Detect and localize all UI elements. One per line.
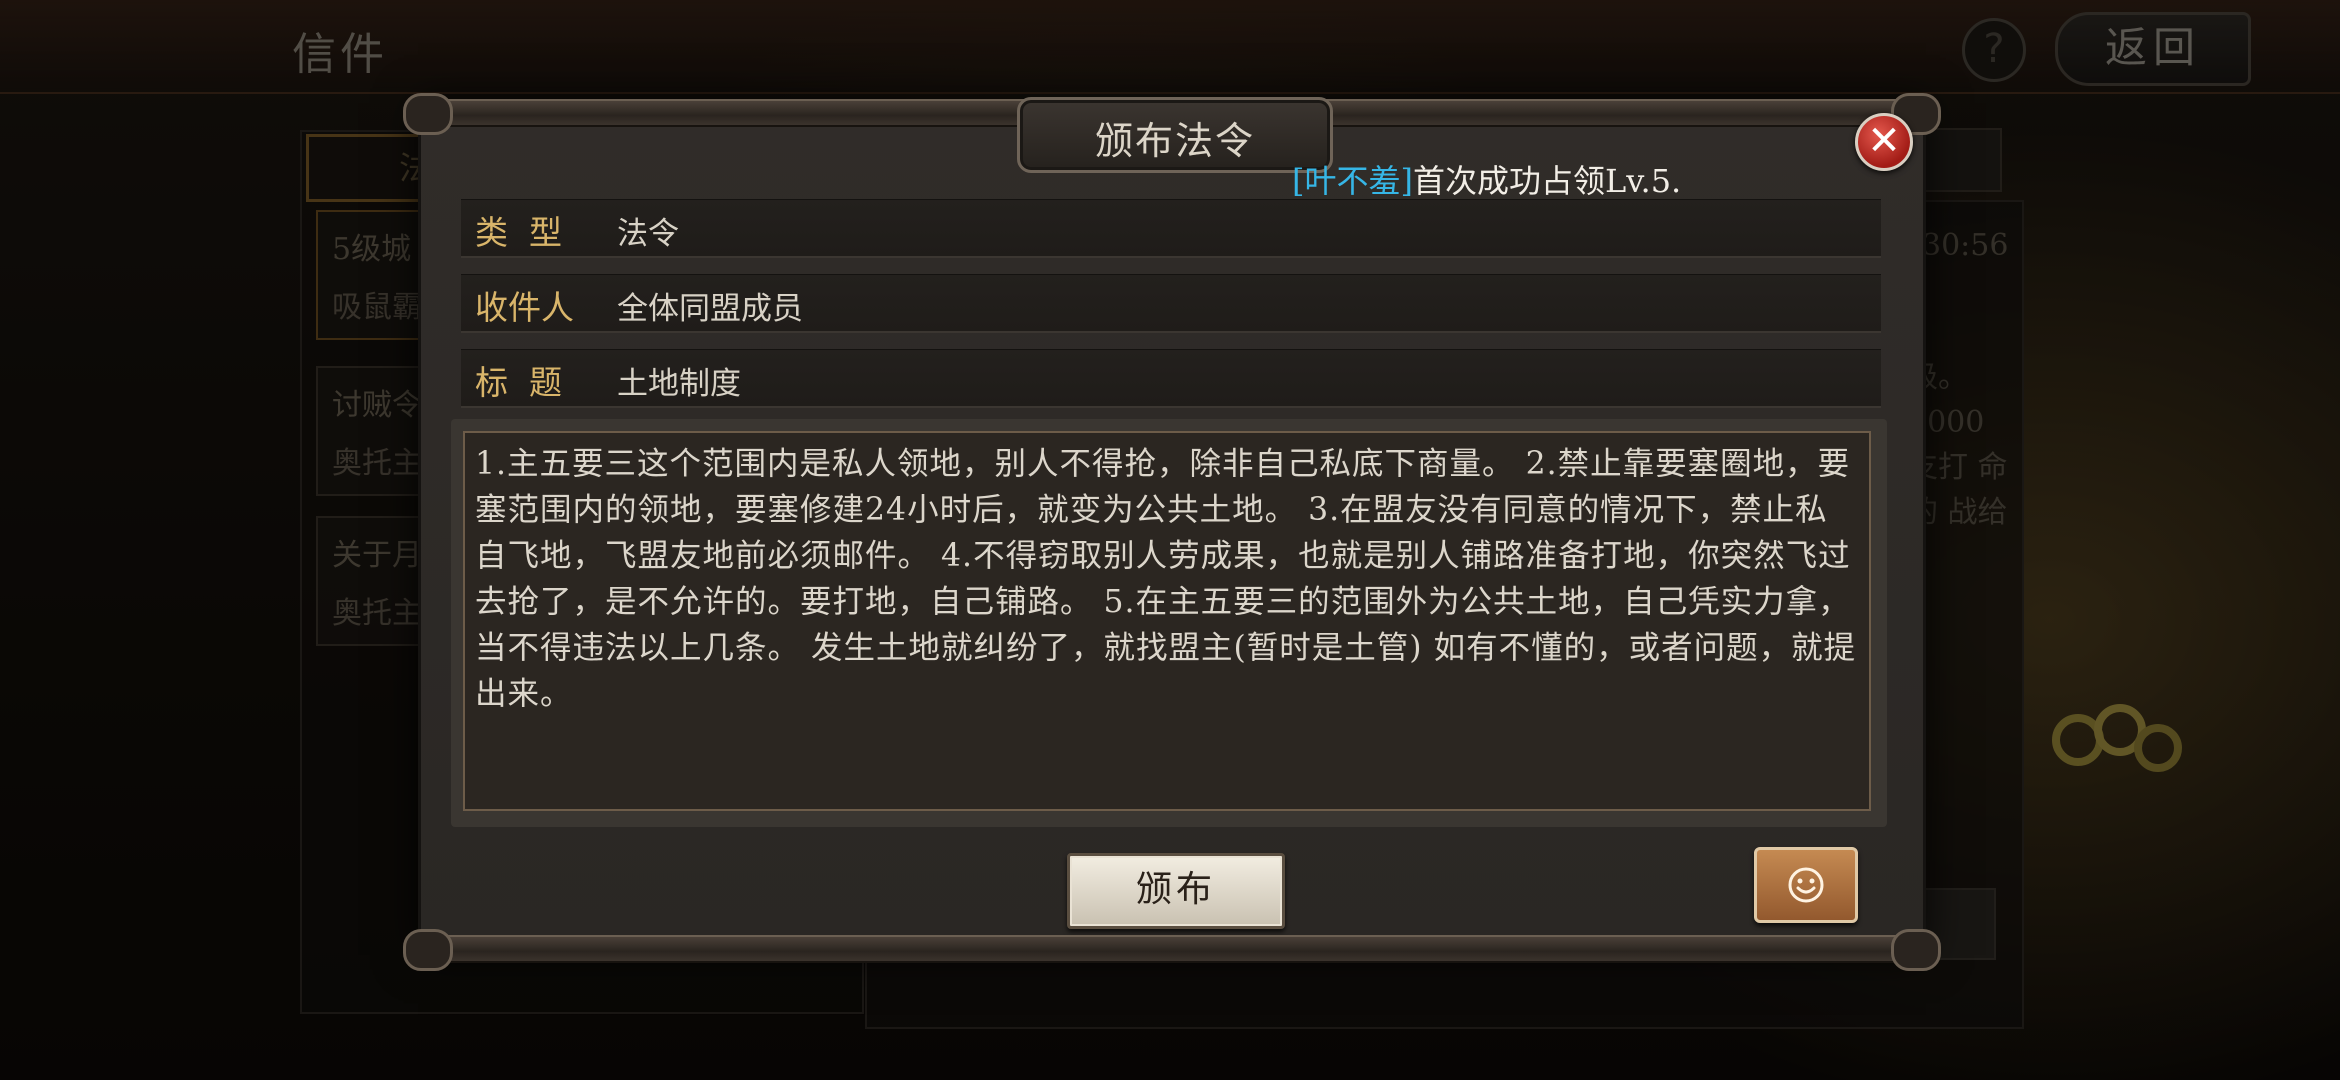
dialog-bottom-frame [403, 929, 1941, 971]
system-notice: [叶不羞]首次成功占领Lv.5. [1292, 156, 1681, 202]
dialog-title: 颁布法令 [1094, 119, 1255, 163]
notice-text: 首次成功占领Lv.5. [1412, 162, 1682, 200]
type-label: 类 型 [475, 213, 562, 252]
type-field: 类 型 法令 [461, 199, 1881, 258]
recipient-field: 收件人 全体同盟成员 [461, 274, 1881, 333]
issue-decree-dialog: 颁布法令 ✕ [叶不羞]首次成功占领Lv.5. 类 型 法令 收件人 全体同盟成… [403, 93, 1941, 971]
close-button[interactable]: ✕ [1855, 113, 1913, 171]
type-value: 法令 [617, 216, 679, 252]
publish-button[interactable]: 颁布 [1067, 853, 1285, 929]
recipient-value: 全体同盟成员 [617, 291, 803, 327]
dialog-title-plate: 颁布法令 [1017, 97, 1333, 173]
emoji-button[interactable] [1754, 847, 1858, 923]
subject-field[interactable]: 标 题 土地制度 [461, 349, 1881, 408]
frame-scroll-left [403, 93, 453, 135]
subject-label: 标 题 [475, 363, 562, 402]
body-frame: 1.主五要三这个范围内是私人领地，别人不得抢，除非自己私底下商量。 2.禁止靠要… [451, 419, 1887, 827]
notice-player-name[interactable]: [叶不羞] [1292, 162, 1413, 200]
frame-scroll-right [1891, 929, 1941, 971]
body-textarea[interactable]: 1.主五要三这个范围内是私人领地，别人不得抢，除非自己私底下商量。 2.禁止靠要… [463, 431, 1871, 811]
smiley-icon [1788, 867, 1824, 903]
recipient-label: 收件人 [475, 288, 574, 327]
subject-input[interactable]: 土地制度 [617, 358, 741, 403]
frame-scroll-left [403, 929, 453, 971]
